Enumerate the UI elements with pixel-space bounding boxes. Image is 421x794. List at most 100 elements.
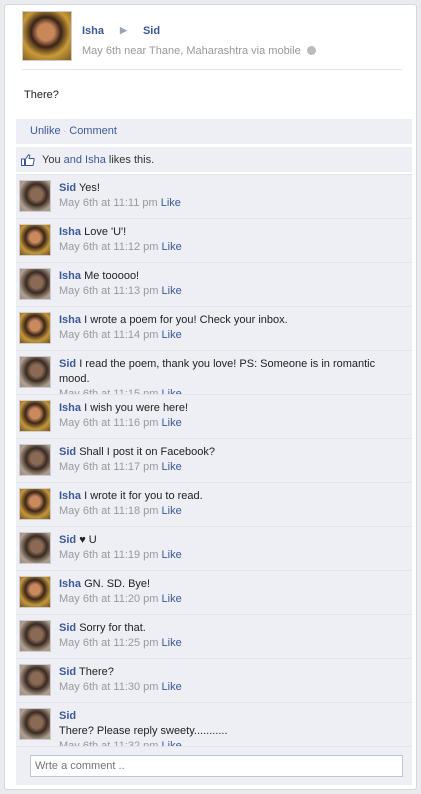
comment-avatar[interactable] [19, 444, 51, 476]
comment-author[interactable]: Isha [59, 314, 81, 326]
comment-time[interactable]: May 6th at 11:18 pm [59, 505, 158, 517]
comment-time[interactable]: May 6th at 11:30 pm [59, 681, 158, 693]
write-comment-input[interactable] [30, 755, 403, 777]
comment-text: Love 'U'! [84, 226, 127, 238]
comment-like-link[interactable]: Like [162, 241, 182, 253]
comment-text: I wrote a poem for you! Check your inbox… [84, 314, 288, 326]
target-name[interactable]: Sid [143, 25, 160, 37]
comment-text: Sorry for that. [79, 622, 146, 634]
comment-text: Yes! [78, 182, 100, 194]
comment-meta: May 6th at 11:13 pm Like [59, 284, 408, 299]
comment-author[interactable]: Isha [59, 226, 81, 238]
comment-time[interactable]: May 6th at 11:14 pm [59, 329, 158, 341]
comment-text: GN. SD. Bye! [84, 578, 151, 590]
comment-avatar[interactable] [19, 180, 51, 212]
comment-item: Sid I read the poem, thank you love! PS:… [16, 350, 412, 400]
comment-meta: May 6th at 11:14 pm Like [59, 328, 408, 343]
comment-author[interactable]: Sid [59, 622, 76, 634]
comment-text: There? [78, 666, 114, 678]
comment-author[interactable]: Sid [59, 666, 76, 678]
divider [22, 69, 402, 70]
comment-avatar[interactable] [19, 312, 51, 344]
comment-item: Isha I wrote it for you to read. May 6th … [16, 482, 412, 526]
comment-time[interactable]: May 6th at 11:20 pm [59, 593, 158, 605]
separator-dot: · [63, 127, 67, 136]
comment-text: I wrote it for you to read. [84, 490, 203, 502]
comment-time[interactable]: May 6th at 11:16 pm [59, 417, 158, 429]
globe-icon[interactable] [306, 46, 316, 55]
comment-like-link[interactable]: Like [162, 461, 182, 473]
comment-avatar[interactable] [19, 488, 51, 520]
comment-like-link[interactable]: Like [162, 681, 182, 693]
comment-avatar[interactable] [19, 708, 51, 740]
comment-item: Isha GN. SD. Bye! May 6th at 11:20 pm Lik… [16, 570, 412, 614]
comment-author[interactable]: Isha [59, 270, 81, 282]
comment-avatar[interactable] [19, 576, 51, 608]
comment-meta: May 6th at 11:18 pm Like [59, 504, 408, 519]
comment-body: Sid Sorry for that. May 6th at 11:25 pm L… [59, 621, 408, 651]
comment-avatar[interactable] [19, 664, 51, 696]
comment-like-link[interactable]: Like [162, 505, 182, 517]
likes-and: and [63, 153, 82, 166]
comments-list: Sid Yes! May 6th at 11:11 pm Like Isha Lov… [16, 174, 412, 757]
comment-body: Sid ♥ U May 6th at 11:19 pm Like [59, 533, 408, 563]
comment-author[interactable]: Sid [59, 710, 76, 722]
comment-time[interactable]: May 6th at 11:12 pm [59, 241, 158, 253]
comment-item: Isha I wish you were here! May 6th at 11:… [16, 394, 412, 438]
comment-like-link[interactable]: Like [161, 197, 181, 209]
comment-text: Me tooooo! [84, 270, 140, 282]
comment-link[interactable]: Comment [69, 125, 117, 137]
comment-author[interactable]: Isha [59, 490, 81, 502]
comment-like-link[interactable]: Like [162, 593, 182, 605]
comment-body: Sid Shall I post it on Facebook? May 6th … [59, 445, 408, 475]
comment-time[interactable]: May 6th at 11:13 pm [59, 285, 158, 297]
comment-avatar[interactable] [19, 356, 51, 388]
comment-body: Isha Love 'U'! May 6th at 11:12 pm Like [59, 225, 408, 255]
comment-meta: May 6th at 11:25 pm Like [59, 636, 408, 651]
comment-like-link[interactable]: Like [162, 417, 182, 429]
post-meta: May 6th near Thane, Maharashtra via mobi… [82, 45, 316, 57]
comment-time[interactable]: May 6th at 11:25 pm [59, 637, 158, 649]
author-avatar[interactable] [22, 11, 72, 61]
likes-you: You [42, 153, 61, 166]
comment-meta: May 6th at 11:16 pm Like [59, 416, 408, 431]
likes-isha[interactable]: Isha [85, 154, 106, 166]
comment-avatar[interactable] [19, 268, 51, 300]
comment-avatar[interactable] [19, 400, 51, 432]
comment-avatar[interactable] [19, 224, 51, 256]
post-header: Isha ▶ Sid May 6th near Thane, Maharashtra… [22, 11, 406, 69]
post-text: There? [24, 89, 59, 101]
comment-like-link[interactable]: Like [162, 285, 182, 297]
author-name[interactable]: Isha [82, 25, 104, 37]
comment-body: Isha Me tooooo! May 6th at 11:13 pm Like [59, 269, 408, 299]
comment-avatar[interactable] [19, 532, 51, 564]
comment-meta: May 6th at 11:17 pm Like [59, 460, 408, 475]
comment-like-link[interactable]: Like [162, 549, 182, 561]
comment-item: Isha Love 'U'! May 6th at 11:12 pm Like [16, 218, 412, 262]
comment-time[interactable]: May 6th at 11:19 pm [59, 549, 158, 561]
arrow-right-icon: ▶ [120, 25, 127, 35]
comment-item: Isha I wrote a poem for you! Check your … [16, 306, 412, 350]
comment-body: Isha I wrote it for you to read. May 6th … [59, 489, 408, 519]
comment-body: Sid Yes! May 6th at 11:11 pm Like [59, 181, 408, 211]
comment-author[interactable]: Sid [59, 182, 76, 194]
comment-text: Shall I post it on Facebook? [79, 446, 215, 458]
comment-body: Sid There? May 6th at 11:30 pm Like [59, 665, 408, 695]
unlike-link[interactable]: Unlike [30, 125, 61, 137]
comment-item: Sid Shall I post it on Facebook? May 6th … [16, 438, 412, 482]
comment-text: I wish you were here! [84, 402, 189, 414]
comment-meta: May 6th at 11:12 pm Like [59, 240, 408, 255]
comment-author[interactable]: Sid [59, 534, 76, 546]
comment-time[interactable]: May 6th at 11:17 pm [59, 461, 158, 473]
comment-author[interactable]: Isha [59, 578, 81, 590]
comment-item: Isha Me tooooo! May 6th at 11:13 pm Like [16, 262, 412, 306]
comment-author[interactable]: Sid [59, 358, 76, 370]
comment-avatar[interactable] [19, 620, 51, 652]
comment-item: Sid Yes! May 6th at 11:11 pm Like [16, 174, 412, 218]
thumbs-up-icon [21, 153, 35, 166]
comment-time[interactable]: May 6th at 11:11 pm [59, 197, 158, 209]
comment-author[interactable]: Sid [59, 446, 76, 458]
comment-like-link[interactable]: Like [162, 329, 182, 341]
comment-author[interactable]: Isha [59, 402, 81, 414]
comment-like-link[interactable]: Like [162, 637, 182, 649]
